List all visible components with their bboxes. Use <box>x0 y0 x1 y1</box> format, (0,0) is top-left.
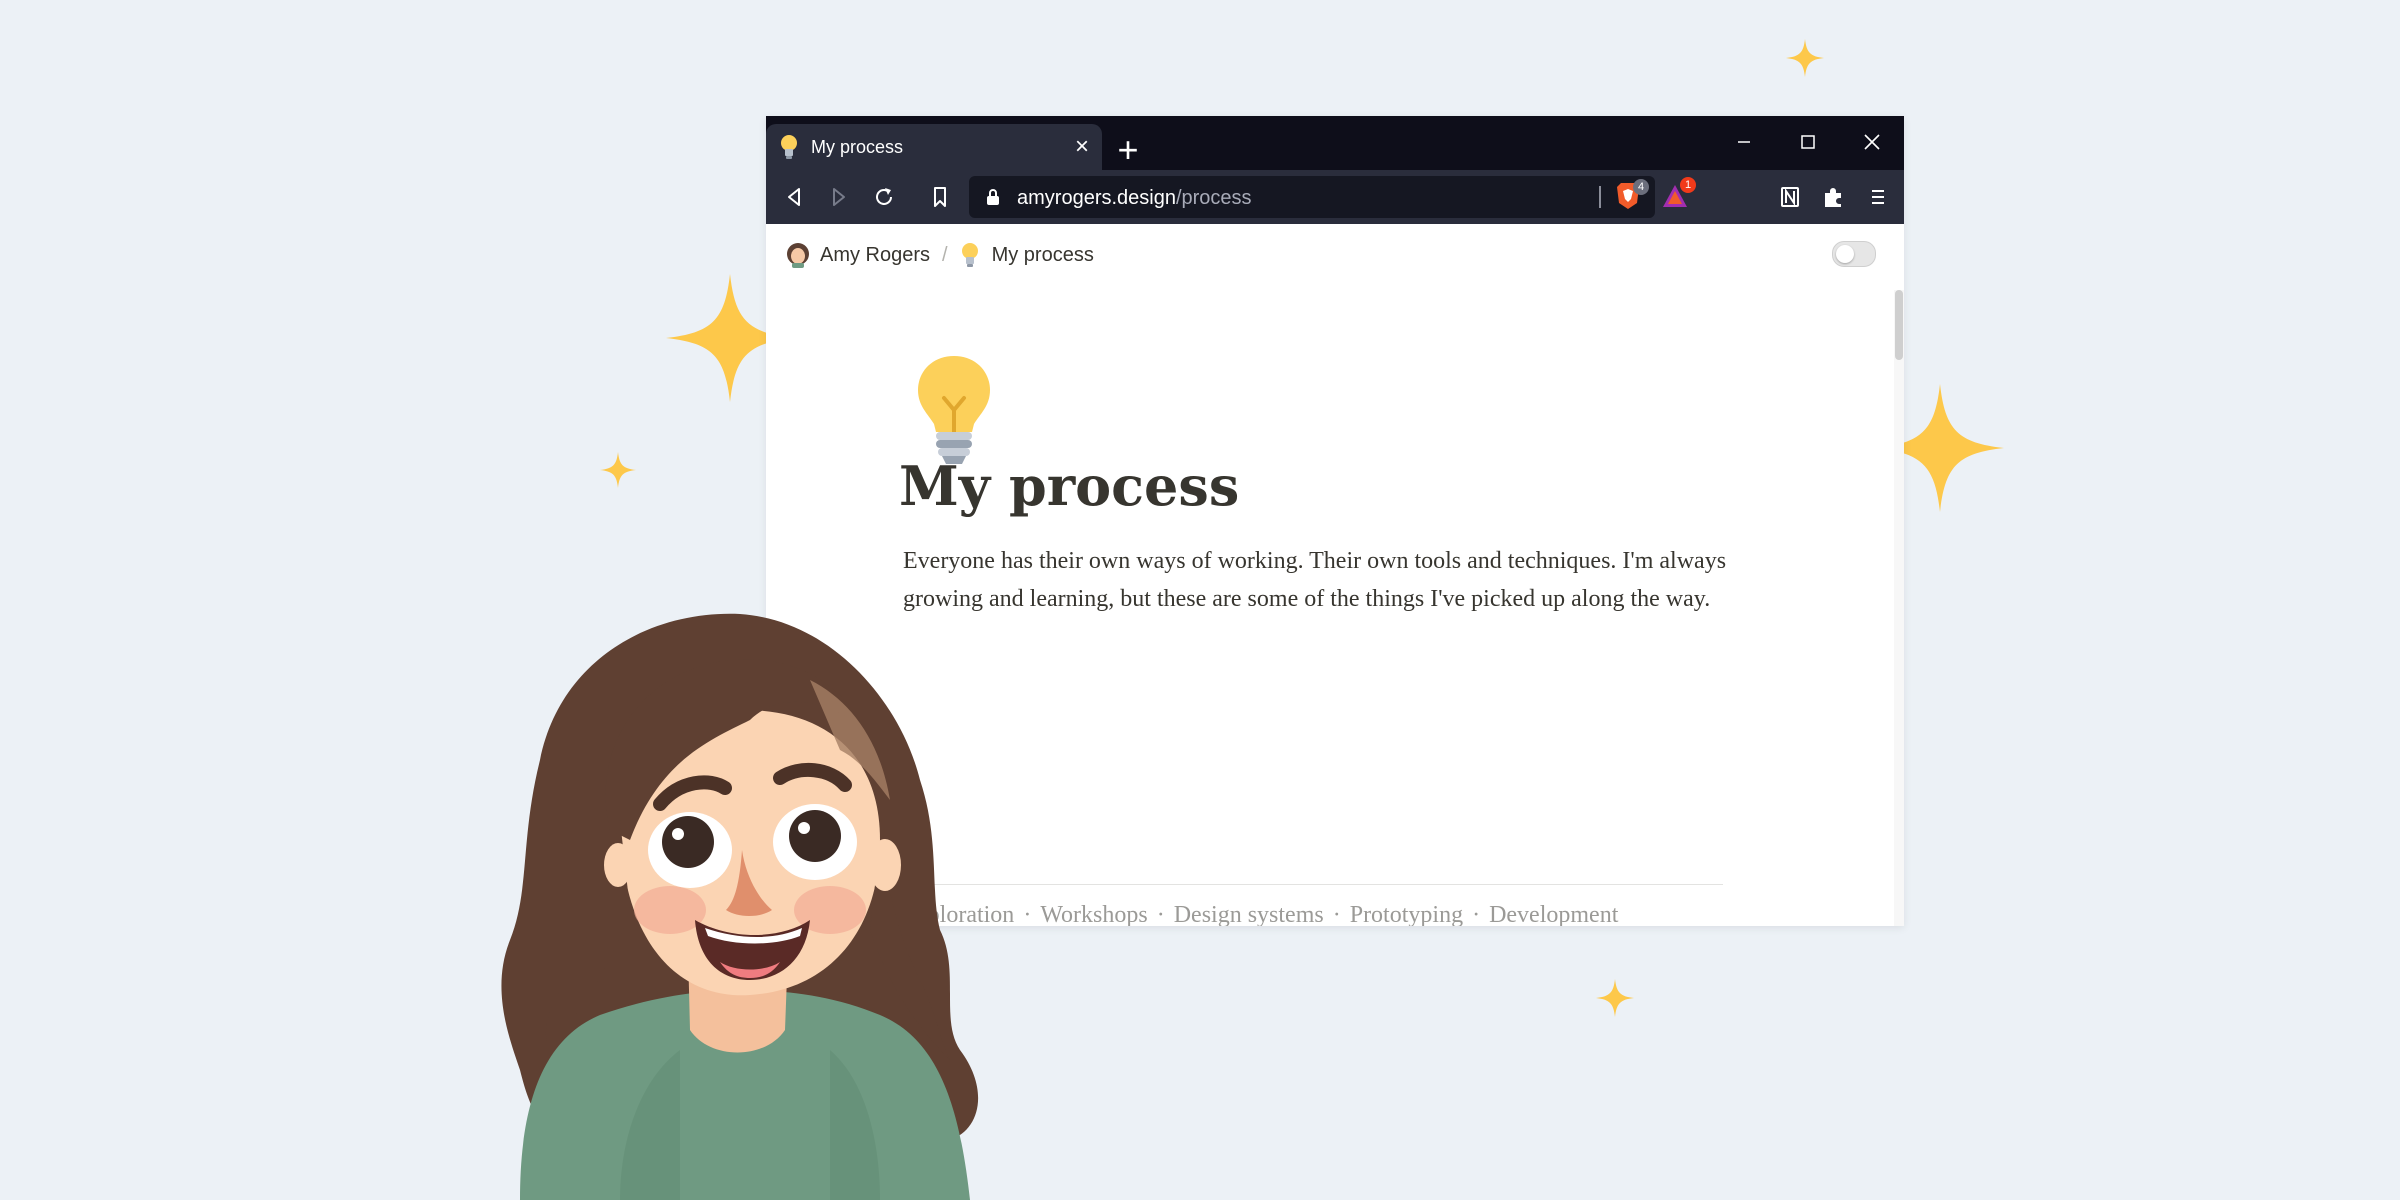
breadcrumb-separator: / <box>942 243 948 266</box>
breadcrumb: Amy Rogers / My process <box>786 240 1094 270</box>
avatar-icon <box>786 242 810 268</box>
maximize-icon[interactable] <box>1786 122 1830 162</box>
link-development[interactable]: Development <box>1489 902 1618 926</box>
lock-icon <box>985 188 1001 206</box>
lightbulb-icon <box>778 134 800 160</box>
scrollbar[interactable] <box>1894 290 1904 926</box>
shield-count-badge: 4 <box>1633 179 1649 195</box>
intro-paragraph: Everyone has their own ways of working. … <box>903 548 1727 612</box>
section-links: Exploration · Workshops · Design systems · Pro… <box>901 902 1618 926</box>
tab-title: My process <box>811 137 904 157</box>
url-text[interactable]: amyrogers.design/process <box>1017 187 1252 210</box>
breadcrumb-item-my-process[interactable]: My process <box>960 242 1094 268</box>
divider <box>903 884 1723 885</box>
url-host: amyrogers.design <box>1017 187 1176 209</box>
brave-rewards-icon[interactable]: 1 <box>1662 177 1696 211</box>
notion-extension-icon[interactable] <box>1776 183 1804 211</box>
link-separator: · <box>1472 902 1481 926</box>
sparkle-decoration <box>1596 978 1634 1018</box>
link-prototyping[interactable]: Prototyping <box>1350 902 1463 926</box>
lightbulb-icon <box>914 354 994 466</box>
toggle-knob <box>1836 245 1854 263</box>
close-icon[interactable] <box>1850 122 1894 162</box>
breadcrumb-label: Amy Rogers <box>820 243 931 266</box>
avatar-illustration <box>480 610 1000 1200</box>
minimize-icon[interactable] <box>1722 122 1766 162</box>
sparkle-decoration <box>1786 38 1824 78</box>
page-title: My process <box>899 454 1240 518</box>
brave-shields-icon[interactable]: 4 <box>1615 179 1649 211</box>
forward-icon[interactable] <box>825 183 853 211</box>
link-design-systems[interactable]: Design systems <box>1174 902 1324 926</box>
back-icon[interactable] <box>780 183 808 211</box>
title-bar: My process × + <box>766 116 1904 170</box>
breadcrumb-label: My process <box>991 243 1094 266</box>
url-path: /process <box>1175 187 1252 209</box>
reload-icon[interactable] <box>870 183 898 211</box>
rewards-count-badge: 1 <box>1680 177 1696 193</box>
close-tab-icon[interactable]: × <box>1070 135 1094 159</box>
link-separator: · <box>1156 902 1165 926</box>
breadcrumb-item-amy-rogers[interactable]: Amy Rogers <box>786 242 930 268</box>
sparkle-decoration <box>600 450 636 490</box>
tab-my-process[interactable]: My process × <box>766 124 1102 170</box>
menu-icon[interactable] <box>1864 183 1892 211</box>
link-separator: · <box>1023 902 1032 926</box>
theme-toggle[interactable] <box>1832 241 1876 267</box>
link-separator: · <box>1332 902 1341 926</box>
address-bar[interactable]: amyrogers.design/process <box>969 176 1655 218</box>
url-divider <box>1599 186 1601 208</box>
link-workshops[interactable]: Workshops <box>1040 902 1147 926</box>
bookmark-icon[interactable] <box>926 183 954 211</box>
extensions-icon[interactable] <box>1819 183 1847 211</box>
lightbulb-icon <box>960 242 980 268</box>
new-tab-button[interactable]: + <box>1108 132 1148 168</box>
scrollbar-thumb[interactable] <box>1895 290 1903 360</box>
navigation-toolbar: amyrogers.design/process 4 1 <box>766 170 1904 224</box>
